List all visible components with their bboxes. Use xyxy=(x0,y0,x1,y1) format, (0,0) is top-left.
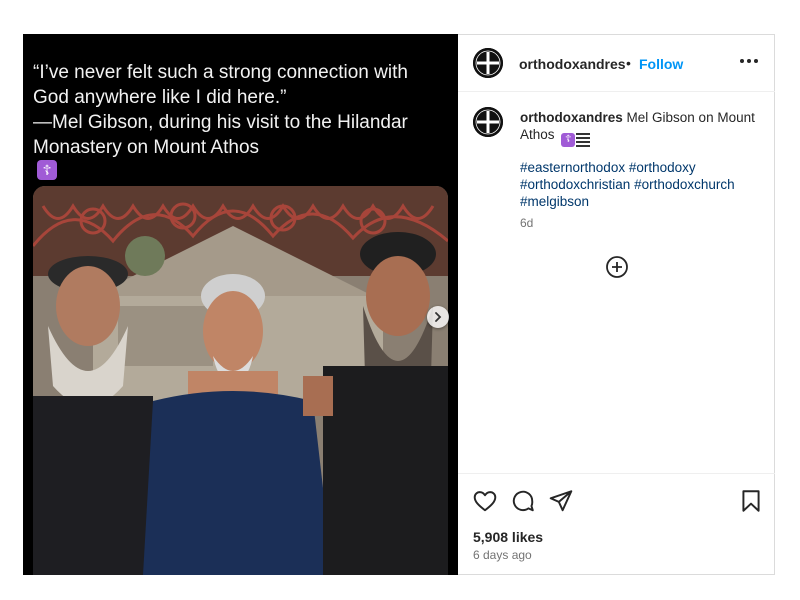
more-options-button[interactable] xyxy=(738,50,760,72)
post-actions: 5,908 likes 6 days ago xyxy=(458,473,775,576)
comment-icon xyxy=(512,490,534,512)
load-more-comments-icon xyxy=(606,256,628,278)
caption-username[interactable]: orthodoxandres xyxy=(520,110,623,125)
save-button[interactable] xyxy=(738,488,764,514)
header-username[interactable]: orthodoxandres xyxy=(519,56,626,72)
orthodox-cross-emoji: ☦ xyxy=(561,133,576,147)
carousel-next-button[interactable] xyxy=(427,306,449,328)
load-more-comments-button[interactable] xyxy=(605,255,629,279)
avatar-cross-icon xyxy=(473,48,503,78)
hashtag-link[interactable]: #orthodoxy xyxy=(629,160,696,175)
more-options-icon xyxy=(740,59,758,63)
carousel-next-icon xyxy=(435,312,442,322)
like-button[interactable] xyxy=(472,488,498,514)
post-photo xyxy=(33,186,448,575)
post-date[interactable]: 6 days ago xyxy=(473,548,532,562)
share-icon xyxy=(549,490,573,512)
bookmark-icon xyxy=(742,490,760,512)
hashtag-link[interactable]: #orthodoxchurch xyxy=(634,177,735,192)
likes-count[interactable]: 5,908 likes xyxy=(473,529,543,545)
quote-line-4: Monastery on Mount Athos ☦ xyxy=(33,137,260,180)
caption: orthodoxandres Mel Gibson on Mount Athos… xyxy=(520,109,760,147)
quote-text: “I’ve never felt such a strong connectio… xyxy=(33,60,448,180)
hashtag-link[interactable]: #melgibson xyxy=(520,194,589,209)
caption-time: 6d xyxy=(520,216,534,230)
avatar-cross-icon xyxy=(473,107,503,137)
quote-line-3: —Mel Gibson, during his visit to the Hil… xyxy=(33,112,408,133)
heart-icon xyxy=(473,491,497,512)
lines-icon xyxy=(576,133,591,147)
quote-line-1: “I’ve never felt such a strong connectio… xyxy=(33,62,408,83)
post-header: orthodoxandres • Follow xyxy=(458,35,775,92)
post-side-panel: orthodoxandres • Follow orthodoxandres M… xyxy=(458,34,775,575)
post-media[interactable]: “I’ve never felt such a strong connectio… xyxy=(23,34,458,575)
hashtag-link[interactable]: #orthodoxchristian xyxy=(520,177,630,192)
share-button[interactable] xyxy=(548,488,574,514)
comment-button[interactable] xyxy=(510,488,536,514)
quote-line-2: God anywhere like I did here.” xyxy=(33,87,287,108)
orthodox-cross-emoji: ☦ xyxy=(37,160,57,180)
header-separator: • xyxy=(626,55,631,71)
caption-avatar[interactable] xyxy=(473,107,503,137)
avatar[interactable] xyxy=(473,48,503,78)
hashtags: #easternorthodox #orthodoxy #orthodoxchr… xyxy=(520,159,760,210)
caption-emoji: ☦ xyxy=(561,133,591,147)
follow-button[interactable]: Follow xyxy=(639,56,683,72)
hashtag-link[interactable]: #easternorthodox xyxy=(520,160,625,175)
